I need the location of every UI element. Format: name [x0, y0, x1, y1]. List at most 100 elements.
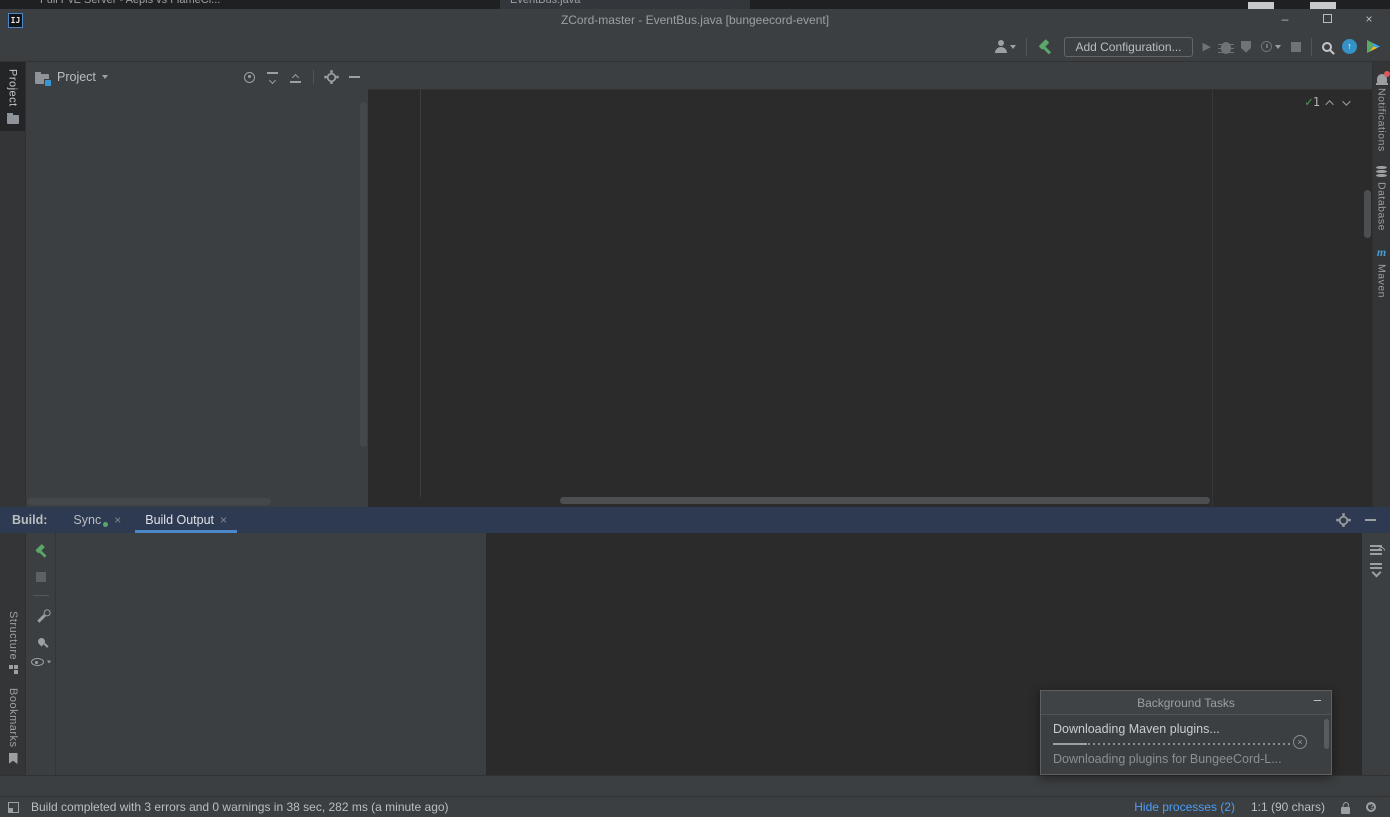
- tool-stripe-maven[interactable]: m Maven: [1373, 238, 1390, 305]
- user-icon: [994, 40, 1008, 53]
- bookmarks-stripe-label: Bookmarks: [7, 688, 19, 748]
- divider: [33, 595, 49, 596]
- popup-scrollbar[interactable]: [1324, 719, 1329, 749]
- stop-build-icon[interactable]: [36, 572, 46, 582]
- notifications-stripe-label: Notifications: [1376, 88, 1388, 152]
- profiler-icon: [1261, 41, 1272, 52]
- debug-icon[interactable]: [1221, 42, 1231, 54]
- bookmark-icon: [9, 753, 18, 764]
- chevron-down-icon[interactable]: [102, 75, 108, 79]
- rerun-build-icon[interactable]: [33, 544, 48, 558]
- background-tab[interactable]: Full PvE Server - Aepis vs FlameCl...: [30, 0, 230, 9]
- minimize-popup-icon[interactable]: –: [1314, 692, 1321, 707]
- navigation-bar: Add Configuration... ▶: [0, 31, 1390, 62]
- ide-settings-icon[interactable]: [1366, 802, 1376, 812]
- checkmark-icon: ✓: [1305, 95, 1313, 110]
- structure-icon: [9, 665, 13, 669]
- code-editor[interactable]: ✓1: [368, 90, 1372, 507]
- build-output-tab-label: Build Output: [145, 513, 214, 527]
- divider: [1311, 38, 1312, 56]
- expand-all-icon[interactable]: [267, 72, 278, 83]
- tool-stripe-notifications[interactable]: Notifications: [1373, 62, 1390, 159]
- run-icon[interactable]: ▶: [1203, 40, 1211, 53]
- structure-stripe-label: Structure: [7, 611, 19, 660]
- tab-sync[interactable]: Sync ×: [61, 507, 133, 533]
- divider: [1026, 38, 1027, 56]
- update-available-icon[interactable]: [1342, 39, 1357, 54]
- build-tool-window-header: Build: Sync × Build Output ×: [0, 507, 1390, 533]
- inspections-widget[interactable]: ✓1: [1305, 95, 1348, 110]
- divider: [313, 70, 314, 84]
- gear-icon[interactable]: [327, 72, 336, 81]
- sync-status-dot: [103, 522, 108, 527]
- add-configuration-button[interactable]: Add Configuration...: [1064, 37, 1192, 57]
- tool-window-switcher-icon[interactable]: [8, 802, 19, 813]
- settings-wrench-icon[interactable]: [37, 614, 45, 622]
- user-account-button[interactable]: [994, 40, 1016, 53]
- next-error-icon[interactable]: [1342, 97, 1350, 105]
- inspections-count: 1: [1313, 95, 1320, 109]
- background-tasks-title: Background Tasks: [1137, 696, 1235, 710]
- chevron-down-icon: [46, 661, 50, 664]
- build-status-message: Build completed with 3 errors and 0 warn…: [31, 800, 449, 814]
- background-window-sliver: Full PvE Server - Aepis vs FlameCl... Ev…: [0, 0, 1390, 9]
- task-label-maven-plugins: Downloading Maven plugins...: [1053, 722, 1319, 736]
- tool-stripe-structure[interactable]: Structure: [0, 604, 26, 681]
- database-stripe-label: Database: [1376, 182, 1388, 231]
- caret-position[interactable]: 1:1 (90 chars): [1251, 800, 1325, 814]
- minimize-button[interactable]: –: [1264, 9, 1306, 31]
- folder-icon: [7, 115, 19, 124]
- title-bar: IJ ZCord-master - EventBus.java [bungeec…: [0, 9, 1390, 31]
- lock-icon[interactable]: [1341, 807, 1350, 814]
- soft-wrap-icon[interactable]: [1370, 545, 1382, 547]
- profiler-button[interactable]: [1261, 41, 1281, 52]
- task-label-bungeecord-plugins: Downloading plugins for BungeeCord-L...: [1053, 752, 1319, 766]
- tool-stripe-project[interactable]: Project: [0, 62, 25, 131]
- background-window-button: [1310, 2, 1336, 9]
- editor-area: ✓1: [368, 62, 1372, 507]
- background-tasks-popup: Background Tasks – Downloading Maven plu…: [1040, 690, 1332, 775]
- project-stripe-label: Project: [7, 69, 19, 107]
- eye-icon: [31, 658, 44, 666]
- background-window-button: [1248, 2, 1274, 9]
- editor-horizontal-scrollbar[interactable]: [560, 497, 1210, 504]
- close-icon[interactable]: ×: [220, 513, 227, 527]
- ide-features-icon[interactable]: [1367, 40, 1380, 53]
- build-hammer-icon[interactable]: [1037, 39, 1054, 55]
- close-icon[interactable]: ×: [114, 513, 121, 527]
- collapse-all-icon[interactable]: [290, 72, 301, 83]
- hide-processes-link[interactable]: Hide processes (2): [1134, 800, 1235, 814]
- gear-icon[interactable]: [1339, 515, 1348, 524]
- build-panel-label: Build:: [0, 513, 61, 527]
- stop-icon[interactable]: [1291, 42, 1301, 52]
- tool-stripe-database[interactable]: Database: [1373, 159, 1390, 238]
- locate-file-icon[interactable]: [244, 72, 255, 83]
- project-view-icon: [35, 74, 49, 84]
- build-toolbar: [27, 533, 56, 775]
- search-everywhere-icon[interactable]: [1322, 42, 1332, 52]
- coverage-icon[interactable]: [1241, 41, 1251, 53]
- cancel-task-icon[interactable]: ×: [1293, 735, 1307, 749]
- close-button[interactable]: ×: [1348, 9, 1390, 31]
- project-horizontal-scrollbar[interactable]: [27, 498, 271, 505]
- maximize-button[interactable]: [1306, 9, 1348, 31]
- background-tasks-title-bar[interactable]: Background Tasks –: [1041, 691, 1331, 715]
- tab-build-output[interactable]: Build Output ×: [133, 507, 239, 533]
- project-vertical-scrollbar[interactable]: [360, 102, 367, 447]
- chevron-down-icon: [1010, 45, 1016, 49]
- hide-panel-icon[interactable]: [1365, 519, 1376, 521]
- scroll-to-end-icon[interactable]: [1370, 563, 1382, 565]
- hide-panel-icon[interactable]: [349, 76, 360, 78]
- project-tool-window: Project: [27, 62, 368, 507]
- project-panel-title[interactable]: Project: [57, 70, 96, 84]
- intellij-logo-icon: IJ: [8, 13, 23, 28]
- view-options-button[interactable]: [31, 658, 52, 666]
- pin-icon[interactable]: [36, 637, 46, 647]
- status-bar: Build completed with 3 errors and 0 warn…: [0, 796, 1390, 817]
- editor-tab-bar: [368, 62, 1372, 90]
- editor-vertical-scrollbar[interactable]: [1364, 190, 1371, 238]
- sync-tab-label: Sync: [73, 513, 101, 527]
- background-tab-eventbus[interactable]: EventBus.java: [500, 0, 750, 9]
- previous-error-icon[interactable]: [1325, 100, 1333, 108]
- tool-stripe-bookmarks[interactable]: Bookmarks: [0, 681, 26, 771]
